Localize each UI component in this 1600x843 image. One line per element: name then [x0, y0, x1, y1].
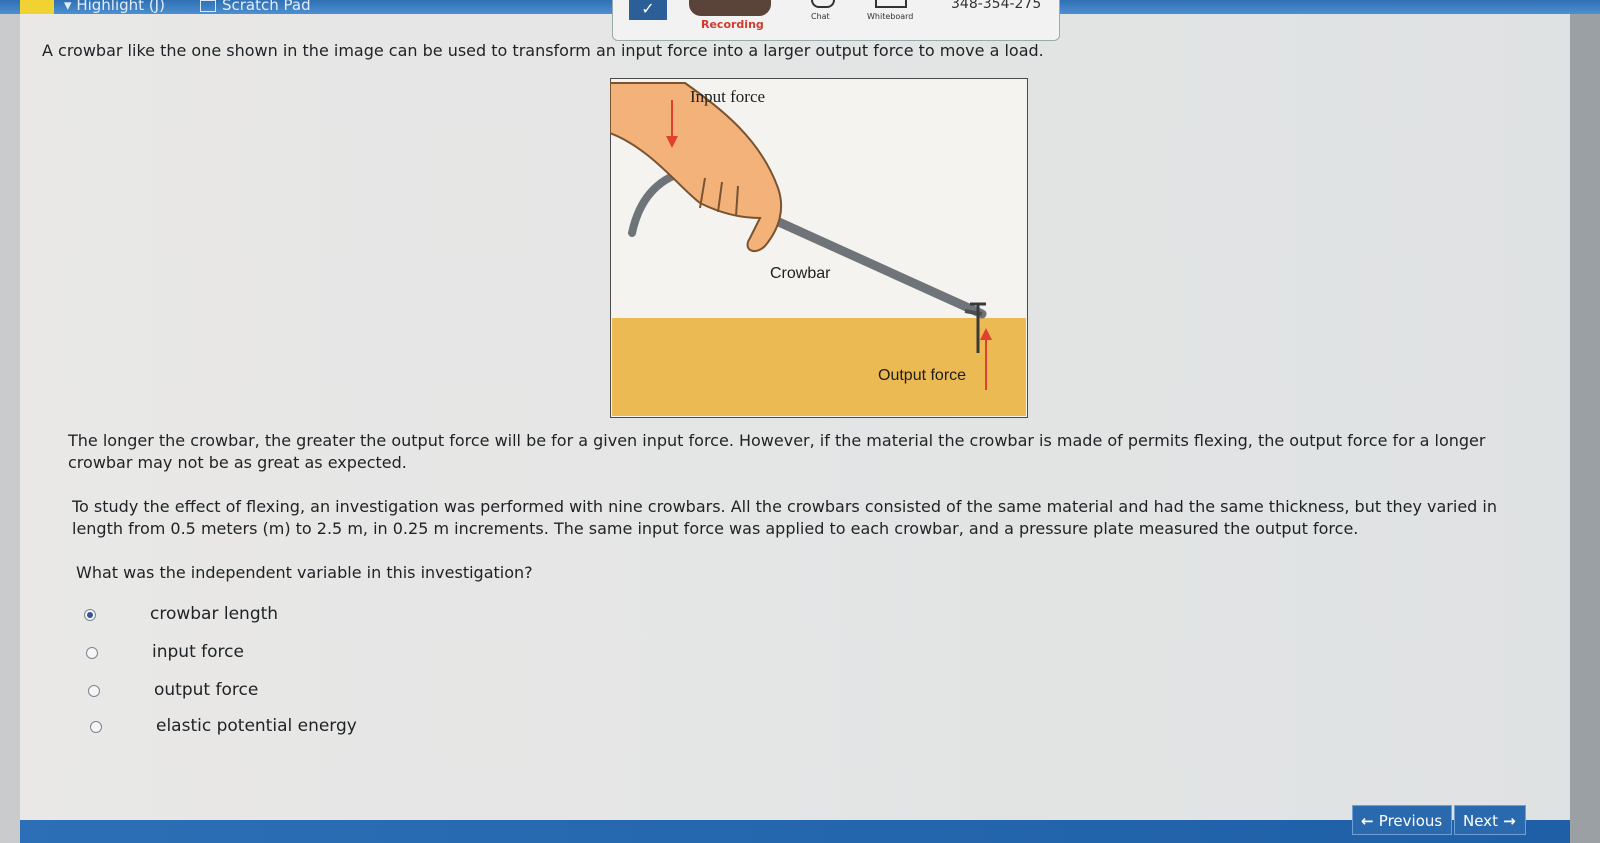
answer-label[interactable]: output force — [154, 680, 258, 700]
webcam-preview — [689, 0, 771, 16]
recording-label: Recording — [701, 18, 764, 31]
radio-button[interactable] — [90, 721, 102, 733]
session-code: 348-354-275 — [951, 0, 1042, 12]
radio-button[interactable] — [86, 647, 98, 659]
dropdown-icon: ▾ — [64, 0, 77, 14]
check-icon[interactable]: ✓ — [629, 0, 667, 20]
answer-label[interactable]: elastic potential energy — [156, 716, 357, 736]
right-frame — [1570, 14, 1600, 843]
question-intro: A crowbar like the one shown in the imag… — [42, 41, 1044, 60]
bottom-nav-bar — [20, 820, 1570, 843]
scratchpad-button[interactable]: Scratch Pad — [200, 0, 311, 14]
next-label: Next — [1463, 812, 1498, 830]
arrow-left-icon: ← — [1361, 812, 1379, 830]
previous-button[interactable]: ← Previous — [1352, 805, 1452, 835]
arrow-right-icon: → — [1497, 812, 1516, 830]
output-force-label: Output force — [878, 367, 966, 384]
question-paragraph-1: The longer the crowbar, the greater the … — [68, 431, 1486, 472]
answer-label[interactable]: input force — [152, 642, 244, 662]
highlight-color-swatch[interactable] — [20, 0, 54, 14]
previous-label: Previous — [1378, 812, 1443, 830]
scratchpad-icon — [200, 0, 216, 12]
next-button[interactable]: Next → — [1454, 805, 1526, 835]
whiteboard-icon[interactable] — [875, 0, 907, 8]
chat-label[interactable]: Chat — [811, 12, 830, 21]
radio-button[interactable] — [88, 685, 100, 697]
scratchpad-label: Scratch Pad — [222, 0, 311, 14]
session-toolbox: ✓ Recording Chat Whiteboard 348-354-275 — [612, 0, 1060, 41]
question-prompt: What was the independent variable in thi… — [76, 563, 533, 582]
chat-icon[interactable] — [811, 0, 835, 8]
question-paragraph-2: To study the effect of flexing, an inves… — [72, 497, 1497, 538]
crowbar-label: Crowbar — [770, 265, 831, 282]
input-force-label: Input force — [690, 87, 765, 106]
whiteboard-label[interactable]: Whiteboard — [867, 12, 913, 21]
highlight-button[interactable]: ▾ Highlight (J) — [64, 0, 165, 14]
radio-button[interactable] — [84, 609, 96, 621]
crowbar-diagram: Input force Crowbar Output force — [610, 78, 1028, 418]
highlight-label: Highlight (J) — [76, 0, 165, 14]
left-frame — [0, 14, 20, 843]
answer-label[interactable]: crowbar length — [150, 604, 278, 624]
